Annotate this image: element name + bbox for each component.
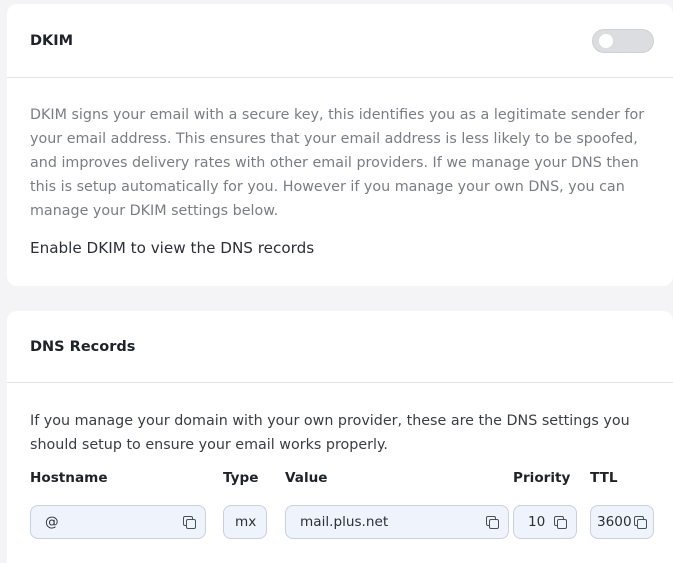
dkim-card: DKIM DKIM signs your email with a secure… (7, 4, 673, 286)
hostname-field[interactable]: @ (30, 505, 206, 539)
dkim-card-body: DKIM signs your email with a secure key,… (7, 78, 673, 257)
ttl-field[interactable]: 3600 (590, 505, 654, 539)
header-value: Value (285, 470, 328, 486)
copy-icon[interactable] (183, 515, 196, 529)
ttl-value: 3600 (597, 514, 632, 530)
copy-icon[interactable] (554, 515, 567, 529)
dns-records-card: DNS Records If you manage your domain wi… (7, 311, 673, 563)
header-priority: Priority (513, 470, 571, 486)
dns-card-body: If you manage your domain with your own … (7, 383, 673, 550)
type-field[interactable]: mx (223, 505, 267, 539)
dns-card-header: DNS Records (7, 311, 673, 383)
value-value: mail.plus.net (300, 514, 389, 530)
priority-field[interactable]: 10 (513, 505, 577, 539)
dkim-toggle-knob (599, 33, 613, 48)
type-value: mx (235, 514, 257, 530)
dkim-toggle[interactable] (592, 28, 654, 53)
header-type: Type (223, 470, 259, 486)
dns-description: If you manage your domain with your own … (30, 413, 630, 453)
dkim-title: DKIM (30, 32, 74, 49)
header-hostname: Hostname (30, 470, 108, 486)
dns-title: DNS Records (30, 338, 136, 355)
value-field[interactable]: mail.plus.net (285, 505, 509, 539)
priority-value: 10 (528, 514, 546, 530)
copy-icon[interactable] (486, 515, 499, 529)
header-ttl: TTL (590, 470, 618, 486)
hostname-value: @ (45, 514, 59, 530)
dkim-enable-note: Enable DKIM to view the DNS records (30, 239, 315, 257)
dkim-card-header: DKIM (7, 4, 673, 78)
dns-records-table: Hostname Type Value Priority TTL @ mx ma… (30, 470, 654, 550)
dkim-description: DKIM signs your email with a secure key,… (30, 107, 645, 219)
copy-icon[interactable] (634, 515, 647, 529)
